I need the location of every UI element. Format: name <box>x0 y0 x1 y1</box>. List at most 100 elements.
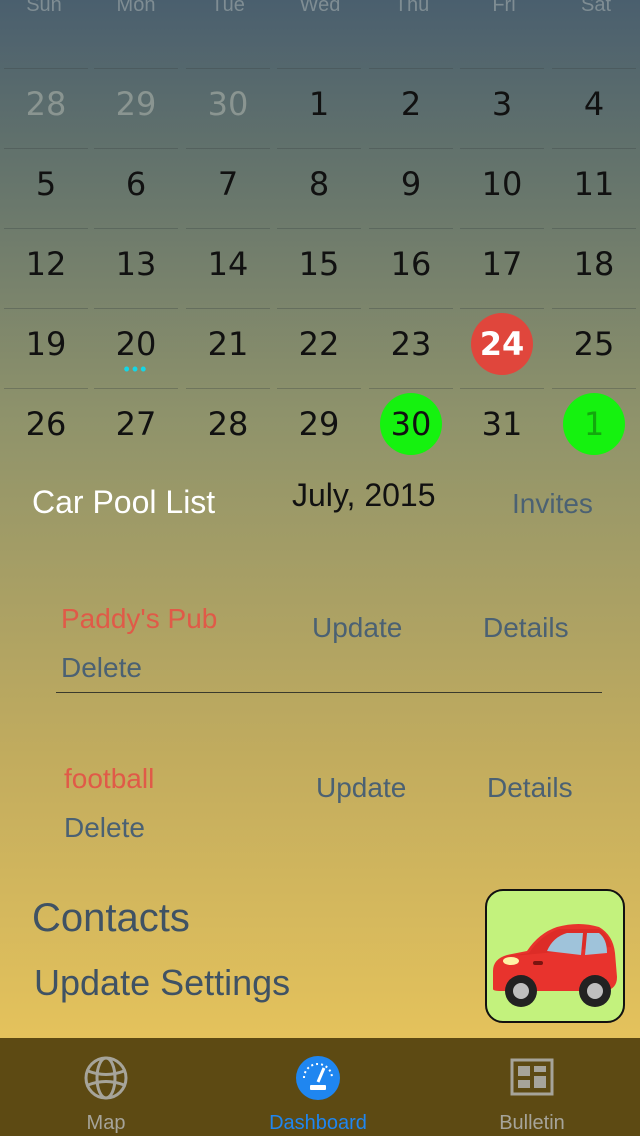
day-number: 21 <box>207 325 249 363</box>
weekday-label: Tue <box>211 0 245 16</box>
calendar-day[interactable]: 29 <box>92 68 180 148</box>
calendar-day[interactable]: 28 <box>184 388 272 468</box>
day-number: 5 <box>35 165 57 203</box>
calendar-day[interactable]: 2 <box>367 68 455 148</box>
contacts-link[interactable]: Contacts <box>32 896 190 941</box>
day-number: 27 <box>115 405 157 443</box>
day-number: 26 <box>25 405 67 443</box>
tab-bar: Map Dashboard Bulletin <box>0 1038 640 1136</box>
calendar-day[interactable]: 29 <box>275 388 363 468</box>
event-dots-indicator: ••• <box>123 359 149 379</box>
carpool-name[interactable]: football <box>64 763 154 795</box>
calendar-day[interactable]: 26 <box>2 388 90 468</box>
car-button[interactable] <box>485 889 625 1023</box>
grid-line <box>460 388 544 389</box>
calendar-day[interactable]: 15 <box>275 228 363 308</box>
calendar-day[interactable]: 27 <box>92 388 180 468</box>
calendar-day[interactable]: 25 <box>550 308 638 388</box>
calendar-day[interactable]: 10 <box>458 148 546 228</box>
calendar-day[interactable]: 17 <box>458 228 546 308</box>
grid-line <box>4 148 88 149</box>
calendar-day[interactable]: 21 <box>184 308 272 388</box>
tab-bulletin[interactable]: Bulletin <box>452 1038 612 1136</box>
tab-map[interactable]: Map <box>26 1038 186 1136</box>
grid-line <box>186 228 270 229</box>
update-button[interactable]: Update <box>312 612 402 644</box>
calendar-day[interactable]: 4 <box>550 68 638 148</box>
day-number: 2 <box>400 85 422 123</box>
calendar-day[interactable]: 3 <box>458 68 546 148</box>
day-number: 15 <box>298 245 340 283</box>
weekday-header: Sun Mon Tue Wed Thu Fri Sat <box>0 0 640 22</box>
details-button[interactable]: Details <box>487 772 573 804</box>
day-number: 8 <box>308 165 330 203</box>
calendar-day[interactable]: 24 <box>458 308 546 388</box>
day-number: 23 <box>390 325 432 363</box>
delete-button[interactable]: Delete <box>64 812 145 844</box>
calendar-day[interactable]: 7 <box>184 148 272 228</box>
day-number: 13 <box>115 245 157 283</box>
day-number: 28 <box>25 85 67 123</box>
day-number: 9 <box>400 165 422 203</box>
tab-label: Bulletin <box>499 1112 565 1134</box>
day-number: 4 <box>583 85 605 123</box>
calendar-day[interactable]: 16 <box>367 228 455 308</box>
grid-line <box>4 228 88 229</box>
day-number: 29 <box>298 405 340 443</box>
tab-label: Dashboard <box>269 1112 367 1134</box>
calendar-day[interactable]: 1 <box>550 388 638 468</box>
calendar-day[interactable]: 18 <box>550 228 638 308</box>
grid-line <box>94 388 178 389</box>
calendar-day[interactable]: 11 <box>550 148 638 228</box>
grid-line <box>369 148 453 149</box>
grid-line <box>277 308 361 309</box>
calendar-day[interactable]: 8 <box>275 148 363 228</box>
weekday-label: Sun <box>26 0 62 16</box>
calendar-day[interactable]: 30 <box>184 68 272 148</box>
calendar-day[interactable]: 13 <box>92 228 180 308</box>
grid-line <box>369 308 453 309</box>
calendar-day[interactable]: 12 <box>2 228 90 308</box>
update-settings-link[interactable]: Update Settings <box>34 962 290 1004</box>
day-number: 25 <box>573 325 615 363</box>
grid-line <box>552 148 636 149</box>
carpool-name[interactable]: Paddy's Pub <box>61 603 217 635</box>
calendar-day[interactable]: 22 <box>275 308 363 388</box>
grid-line <box>94 308 178 309</box>
delete-button[interactable]: Delete <box>61 652 142 684</box>
calendar-day[interactable]: 1 <box>275 68 363 148</box>
calendar-day[interactable]: 6 <box>92 148 180 228</box>
day-number: 12 <box>25 245 67 283</box>
day-number: 11 <box>573 165 615 203</box>
day-number: 17 <box>481 245 523 283</box>
calendar-day[interactable]: 30 <box>367 388 455 468</box>
day-number: 7 <box>217 165 239 203</box>
grid-line <box>552 68 636 69</box>
day-number: 1 <box>563 393 625 455</box>
red-car-icon <box>493 924 617 1007</box>
calendar-day[interactable]: 31 <box>458 388 546 468</box>
calendar-day[interactable]: 20 ••• <box>92 308 180 388</box>
day-number: 10 <box>481 165 523 203</box>
calendar-day[interactable]: 9 <box>367 148 455 228</box>
calendar-day[interactable]: 14 <box>184 228 272 308</box>
calendar-day[interactable]: 5 <box>2 148 90 228</box>
grid-line <box>460 68 544 69</box>
grid-line <box>94 68 178 69</box>
grid-line <box>460 228 544 229</box>
details-button[interactable]: Details <box>483 612 569 644</box>
grid-line <box>94 228 178 229</box>
grid-line <box>186 388 270 389</box>
day-number: 1 <box>308 85 330 123</box>
calendar-day[interactable]: 28 <box>2 68 90 148</box>
update-button[interactable]: Update <box>316 772 406 804</box>
month-label: July, 2015 <box>292 477 436 513</box>
grid-line <box>94 148 178 149</box>
invites-button[interactable]: Invites <box>512 488 593 520</box>
grid-line <box>186 68 270 69</box>
grid-line <box>460 308 544 309</box>
day-number: 30 <box>380 393 442 455</box>
tab-dashboard[interactable]: Dashboard <box>238 1038 398 1136</box>
calendar-day[interactable]: 23 <box>367 308 455 388</box>
calendar-day[interactable]: 19 <box>2 308 90 388</box>
